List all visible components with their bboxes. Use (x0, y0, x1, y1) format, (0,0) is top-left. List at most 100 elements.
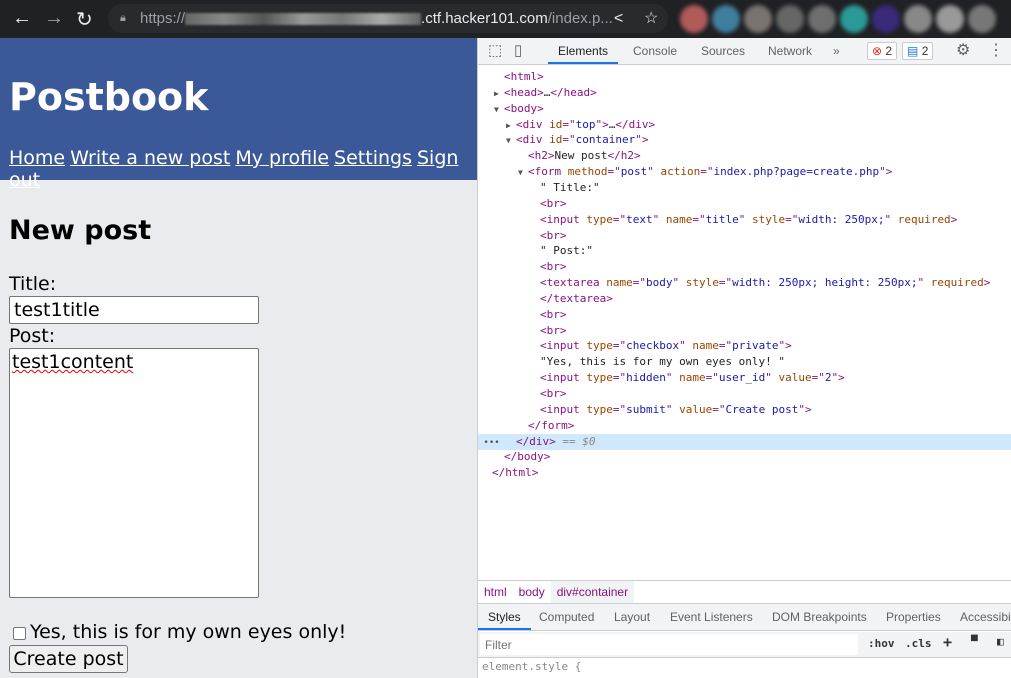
paint-icon[interactable]: ▀ (971, 635, 978, 648)
settings-gear-icon[interactable]: ⚙ (956, 38, 970, 64)
extension-icon[interactable] (680, 5, 708, 33)
error-icon: ⊗ (872, 44, 883, 58)
dom-node-line[interactable]: </body> (478, 449, 1011, 465)
extension-icon[interactable] (744, 5, 772, 33)
token-tag: <body> (504, 101, 544, 115)
dom-node-line[interactable]: ▶ <div id="top">…</div> (478, 117, 1011, 133)
tab-layout[interactable]: Layout (614, 604, 650, 630)
dom-node-line[interactable]: </form> (478, 418, 1011, 434)
tab-properties[interactable]: Properties (886, 604, 941, 630)
token-tag: " (652, 212, 666, 226)
crumb-html[interactable]: html (478, 581, 513, 603)
dom-node-line[interactable]: <input type="text" name="title" style="w… (478, 212, 1011, 228)
breadcrumb: html body div#container (478, 580, 1011, 604)
crumb-body[interactable]: body (513, 581, 551, 603)
token-tx: "Yes, this is for my own eyes only! " (540, 355, 786, 369)
nav-settings[interactable]: Settings (334, 147, 412, 169)
private-checkbox[interactable] (13, 627, 26, 640)
dom-node-line[interactable]: " Post:" (478, 243, 1011, 259)
dom-node-line[interactable]: <br> (478, 228, 1011, 244)
more-tabs-button[interactable]: » (833, 38, 840, 64)
expand-arrow-icon[interactable]: ▶ (494, 86, 504, 102)
tab-event-listeners[interactable]: Event Listeners (670, 604, 753, 630)
title-input[interactable] (9, 296, 259, 324)
more-options-icon[interactable]: ⋮ (988, 38, 1004, 64)
forward-icon[interactable]: → (44, 7, 64, 30)
crumb-container[interactable]: div#container (550, 581, 635, 603)
extension-icon[interactable] (808, 5, 836, 33)
dom-node-line[interactable]: <html> (478, 69, 1011, 85)
tab-dom-breakpoints[interactable]: DOM Breakpoints (772, 604, 867, 630)
styles-tabbar: Styles Computed Layout Event Listeners D… (478, 604, 1011, 631)
collapse-arrow-icon[interactable]: ▼ (494, 102, 504, 118)
dom-node-line[interactable]: </textarea> (478, 291, 1011, 307)
new-rule-plus-icon[interactable]: + (943, 633, 952, 651)
nav-home[interactable]: Home (9, 147, 65, 169)
nav-my-profile[interactable]: My profile (235, 147, 329, 169)
tab-styles[interactable]: Styles (478, 604, 531, 630)
dom-node-line[interactable]: ▼ <div id="container"> (478, 132, 1011, 148)
share-icon[interactable]: < (614, 4, 623, 33)
tab-console[interactable]: Console (633, 38, 677, 64)
dom-node-line[interactable]: <h2>New post</h2> (478, 148, 1011, 164)
address-bar[interactable]: 🔒︎ https:// .ctf.hacker101.com/index.p...… (108, 4, 668, 33)
token-av: body (645, 276, 673, 290)
device-toolbar-icon[interactable]: ▯ (514, 38, 522, 64)
token-an: name (692, 339, 719, 353)
nav-write-post[interactable]: Write a new post (70, 147, 230, 169)
dom-node-line[interactable]: <br> (478, 323, 1011, 339)
create-post-button[interactable]: Create post (9, 645, 128, 673)
dom-node-line[interactable]: "Yes, this is for my own eyes only! " (478, 354, 1011, 370)
tab-accessibility[interactable]: Accessibi (960, 604, 1011, 630)
extension-icon[interactable] (968, 5, 996, 33)
extension-icon[interactable] (840, 5, 868, 33)
bookmark-star-icon[interactable]: ☆ (644, 4, 658, 33)
extension-icon[interactable] (936, 5, 964, 33)
dom-node-line[interactable]: ▶ <head>…</head> (478, 85, 1011, 101)
errors-badge[interactable]: ⊗ 2 (867, 42, 898, 60)
extension-icon[interactable] (904, 5, 932, 33)
dom-node-line[interactable]: " Title:" (478, 180, 1011, 196)
reload-icon[interactable]: ↻ (76, 7, 93, 32)
tab-elements[interactable]: Elements (548, 38, 619, 64)
token-tag: <div (516, 133, 550, 147)
token-tag: =" (718, 339, 733, 353)
tab-sources[interactable]: Sources (701, 38, 745, 64)
post-textarea[interactable]: test1content (9, 348, 259, 598)
dom-node-line[interactable]: ▼ <body> (478, 101, 1011, 117)
inspect-element-icon[interactable]: ⬚ (488, 38, 502, 64)
token-av: post (620, 165, 648, 179)
cls-button[interactable]: .cls (905, 637, 932, 650)
dom-node-line[interactable]: <input type="hidden" name="user_id" valu… (478, 370, 1011, 386)
dom-node-line[interactable]: <br> (478, 386, 1011, 402)
dom-node-line[interactable]: ▼ <form method="post" action="index.php?p… (478, 164, 1011, 180)
extension-icon[interactable] (712, 5, 740, 33)
dom-node-line[interactable]: <input type="checkbox" name="private"> (478, 338, 1011, 354)
token-tag: <br> (540, 323, 567, 337)
extension-icon[interactable] (872, 5, 900, 33)
token-tag: "> (595, 117, 609, 131)
token-tag: </head> (550, 85, 597, 99)
back-icon[interactable]: ← (12, 7, 32, 30)
messages-badge[interactable]: ▤ 2 (902, 42, 934, 60)
token-tag: =" (705, 371, 719, 385)
toggle-sidebar-icon[interactable]: ◧ (997, 635, 1004, 648)
dom-node-line[interactable]: <br> (478, 307, 1011, 323)
dom-node-line[interactable]: <textarea name="body" style="width: 250p… (478, 275, 1011, 291)
dom-node-line[interactable]: </html> (478, 465, 1011, 481)
dom-node-line[interactable]: <br> (478, 196, 1011, 212)
dom-node-line[interactable]: ••• </div> == $0 (478, 433, 1011, 450)
collapse-arrow-icon[interactable]: ▼ (518, 165, 528, 181)
extension-icon[interactable] (776, 5, 804, 33)
collapse-arrow-icon[interactable]: ▼ (506, 133, 516, 149)
filter-input[interactable] (480, 634, 858, 655)
token-tx: " Title:" (540, 180, 600, 194)
token-tag: " (665, 402, 680, 416)
dom-node-line[interactable]: <br> (478, 259, 1011, 275)
dom-node-line[interactable]: <input type="submit" value="Create post"… (478, 402, 1011, 418)
tab-network[interactable]: Network (768, 38, 812, 64)
hov-button[interactable]: :hov (868, 637, 895, 650)
tab-computed[interactable]: Computed (539, 604, 594, 630)
expand-arrow-icon[interactable]: ▶ (506, 118, 516, 134)
token-an: method (567, 165, 608, 179)
